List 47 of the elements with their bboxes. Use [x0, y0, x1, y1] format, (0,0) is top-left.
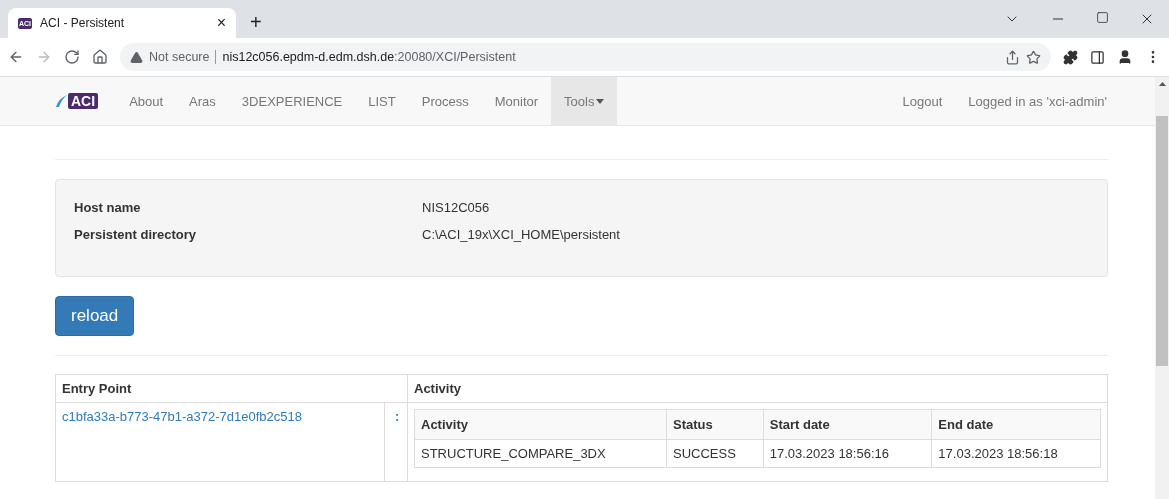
- security-label: Not secure: [149, 50, 217, 64]
- column-header: End date: [931, 409, 1101, 440]
- scrollbar-thumb[interactable]: [1156, 116, 1168, 366]
- scroll-up-icon[interactable]: [1158, 82, 1166, 86]
- table-cell: 17.03.2023 18:56:18: [931, 439, 1101, 468]
- extensions-icon[interactable]: [1063, 49, 1078, 65]
- home-icon[interactable]: [92, 49, 108, 65]
- column-header: Status: [666, 409, 764, 440]
- maximize-icon[interactable]: [1096, 11, 1109, 24]
- column-header: Activity: [407, 374, 1108, 403]
- address-bar[interactable]: Not secure nis12c056.epdm-d.edm.dsh.de:20080/XCI/Persistent: [120, 43, 1051, 71]
- expand-marker[interactable]: :: [391, 409, 400, 424]
- url-path: :20080/XCI/Persistent: [394, 50, 516, 64]
- swoosh-icon: [55, 94, 67, 108]
- reload-icon[interactable]: [64, 49, 80, 65]
- nav-link[interactable]: Tools: [551, 77, 618, 125]
- table-cell: 17.03.2023 18:56:16: [763, 439, 932, 468]
- column-header: Activity: [414, 409, 667, 440]
- url-host: nis12c056.epdm-d.edm.dsh.de: [222, 50, 395, 64]
- new-tab-button[interactable]: +: [250, 11, 262, 34]
- info-value: NIS12C056: [422, 200, 491, 215]
- star-icon[interactable]: [1026, 49, 1041, 65]
- nav-link[interactable]: 3DEXPERIENCE: [228, 77, 356, 125]
- tab-close-button[interactable]: ×: [216, 14, 226, 32]
- entry-point-link[interactable]: c1bfa33a-b773-47b1-a372-7d1e0fb2c518: [62, 409, 302, 424]
- nav-link[interactable]: Process: [408, 77, 482, 125]
- nav-link[interactable]: LIST: [355, 77, 409, 125]
- side-panel-icon[interactable]: [1090, 49, 1105, 65]
- info-label: Host name: [74, 200, 142, 215]
- nav-link[interactable]: Aras: [176, 77, 229, 125]
- share-icon[interactable]: [1005, 49, 1020, 65]
- nav-link[interactable]: Monitor: [481, 77, 552, 125]
- table-cell: SUCCESS: [666, 439, 764, 468]
- warning-icon: [130, 50, 143, 64]
- back-icon[interactable]: [8, 49, 24, 65]
- user-label: Logged in as 'xci-admin': [968, 93, 1107, 109]
- tab-title: ACI - Persistent: [40, 16, 126, 30]
- column-header: Start date: [763, 409, 932, 440]
- nav-link[interactable]: About: [116, 77, 177, 125]
- info-value: C:\ACI_19x\XCI_HOME\persistent: [422, 227, 621, 242]
- info-label: Persistent directory: [74, 227, 198, 242]
- logout-link[interactable]: Logout: [902, 93, 943, 109]
- brand-logo[interactable]: ACI: [68, 93, 99, 109]
- reload-button[interactable]: reload: [55, 296, 135, 336]
- column-header: Entry Point: [55, 374, 408, 403]
- profile-icon[interactable]: [1117, 49, 1133, 65]
- table-cell: STRUCTURE_COMPARE_3DX: [414, 439, 667, 468]
